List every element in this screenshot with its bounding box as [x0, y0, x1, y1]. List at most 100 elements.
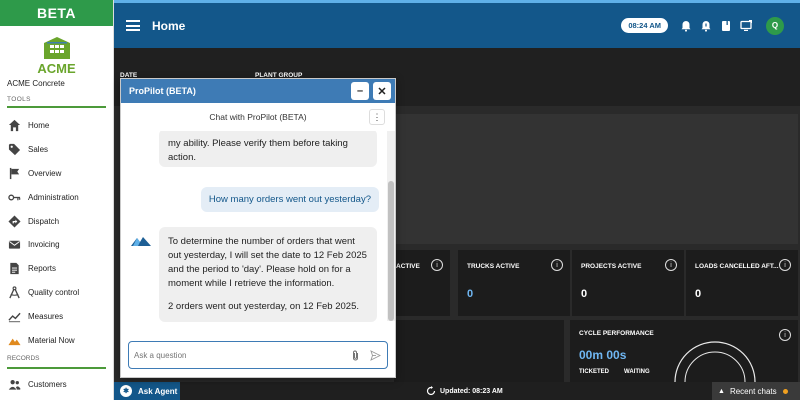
building-logo-icon	[43, 37, 70, 59]
sidebar-item-label: Customers	[28, 380, 67, 390]
tag-icon	[7, 143, 21, 157]
sidebar-item-label: Quality control	[28, 287, 80, 297]
lower-panel	[394, 320, 564, 382]
cycle-value: 00m 00s	[579, 348, 627, 362]
chat-titlebar[interactable]: ProPilot (BETA) – ✕	[121, 79, 395, 103]
monitor-icon[interactable]	[740, 19, 752, 32]
sidebar-item-label: Material Now	[28, 335, 75, 345]
kpi-card-loads-cancelled[interactable]: LOADS CANCELLED AFT... i 0	[686, 250, 798, 316]
scroll-thumb[interactable]	[388, 181, 394, 321]
sidebar-item-administration[interactable]: Administration	[0, 185, 113, 209]
user-message: How many orders went out yesterday?	[200, 187, 379, 212]
sidebar-item-quality-control[interactable]: Quality control	[0, 281, 113, 305]
sidebar-item-label: Dispatch	[28, 216, 60, 226]
home-icon	[7, 119, 21, 133]
sidebar-item-label: Sales	[28, 145, 49, 155]
info-icon[interactable]: i	[779, 259, 791, 271]
close-icon: ✕	[377, 85, 387, 98]
info-icon[interactable]: i	[551, 259, 563, 271]
cycle-gauge	[674, 341, 756, 382]
tools-divider	[7, 106, 106, 108]
info-icon[interactable]: i	[431, 259, 443, 271]
sidebar-item-overview[interactable]: Overview	[0, 162, 113, 186]
chart-line-icon	[7, 309, 21, 323]
compass-icon	[7, 285, 21, 299]
kpi-title: ACTIVE	[396, 263, 420, 270]
time-badge[interactable]: 08:24 AM	[621, 18, 668, 33]
mountain-icon	[7, 333, 21, 347]
bot-message-text: my ability. Please verify them before ta…	[168, 138, 348, 163]
sidebar-item-home[interactable]: Home	[0, 114, 113, 138]
logo-text: ACME	[37, 61, 76, 76]
chat-window: ProPilot (BETA) – ✕ Chat with ProPilot (…	[120, 78, 396, 378]
notification-dot	[782, 388, 788, 394]
top-header: Home 08:24 AM Q	[114, 0, 800, 48]
bell-icon[interactable]	[680, 20, 692, 32]
sidebar-item-invoicing[interactable]: Invoicing	[0, 233, 113, 257]
sidebar-item-customers[interactable]: Customers	[0, 373, 113, 397]
minimize-icon: –	[356, 85, 364, 97]
recent-chats-button[interactable]: ▲ Recent chats	[712, 382, 800, 400]
hamburger-menu-icon[interactable]	[126, 18, 140, 34]
beta-banner: BETA	[0, 0, 113, 26]
sidebar-item-sales[interactable]: Sales	[0, 138, 113, 162]
company-name: ACME Concrete	[7, 79, 65, 88]
minimize-button[interactable]: –	[351, 82, 369, 100]
sync-icon	[426, 386, 436, 396]
more-vertical-icon[interactable]: ⋮	[369, 109, 385, 125]
info-icon[interactable]: i	[665, 259, 677, 271]
chat-messages[interactable]: my ability. Please verify them before ta…	[121, 131, 387, 367]
sidebar-item-dispatch[interactable]: Dispatch	[0, 209, 113, 233]
agent-icon: ✱	[120, 385, 132, 397]
chat-title: ProPilot (BETA)	[129, 86, 196, 96]
recent-chats-label: Recent chats	[729, 386, 777, 396]
send-icon[interactable]	[367, 347, 383, 363]
avatar[interactable]: Q	[766, 16, 784, 35]
updated-status: Updated: 08:23 AM	[426, 386, 503, 396]
people-icon	[7, 378, 21, 392]
overview-panel	[394, 114, 798, 244]
records-divider	[7, 366, 106, 369]
sidebar-item-material-now[interactable]: Material Now	[0, 328, 113, 352]
chat-subtitle: Chat with ProPilot (BETA)	[209, 112, 307, 122]
kpi-card-projects-active[interactable]: PROJECTS ACTIVE i 0	[572, 250, 684, 316]
sidebar-item-label: Reports	[28, 264, 57, 274]
chat-scrollbar[interactable]	[387, 131, 395, 321]
book-icon[interactable]	[720, 20, 732, 32]
cycle-performance-card[interactable]: CYCLE PERFORMANCE i 00m 00s TICKETED WAI…	[570, 320, 798, 382]
sidebar-item-label: Invoicing	[28, 240, 60, 250]
sidebar-item-label: Overview	[28, 168, 62, 178]
acme-logo[interactable]: ACME	[0, 26, 113, 76]
document-icon	[7, 262, 21, 276]
sidebar-item-reports[interactable]: Reports	[0, 257, 113, 281]
ask-agent-button[interactable]: ✱ Ask Agent	[114, 382, 180, 400]
close-button[interactable]: ✕	[373, 82, 391, 100]
propilot-logo-icon	[131, 237, 151, 246]
bot-message: my ability. Please verify them before ta…	[159, 131, 377, 167]
ask-question-input[interactable]	[134, 350, 347, 360]
sidebar-item-label: Home	[28, 121, 50, 131]
alert-bell-icon[interactable]	[700, 20, 712, 32]
chat-subheader: Chat with ProPilot (BETA) ⋮	[121, 103, 395, 131]
sidebar-item-label: Administration	[28, 192, 79, 202]
bot-message-answer: 2 orders went out yesterday, on 12 Feb 2…	[168, 301, 359, 312]
bot-message: To determine the number of orders that w…	[159, 227, 377, 322]
updated-text: Updated: 08:23 AM	[440, 387, 503, 395]
sidebar-item-label: Measures	[28, 311, 64, 321]
tools-section-label: TOOLS	[7, 96, 31, 103]
info-icon[interactable]: i	[779, 329, 791, 341]
paperclip-icon[interactable]	[347, 347, 363, 363]
sidebar-item-measures[interactable]: Measures	[0, 304, 113, 328]
chat-input-box[interactable]	[128, 341, 388, 369]
kpi-value: 0	[467, 288, 474, 300]
page-title: Home	[152, 18, 186, 33]
waiting-label: WAITING	[624, 369, 650, 375]
kpi-card-trucks-active[interactable]: TRUCKS ACTIVE i 0	[458, 250, 570, 316]
ask-agent-label: Ask Agent	[138, 386, 178, 396]
chevron-up-icon: ▲	[718, 387, 725, 395]
kpi-value: 0	[581, 288, 588, 300]
records-section-label: RECORDS	[7, 354, 40, 362]
ticketed-label: TICKETED	[579, 369, 609, 375]
cycle-title: CYCLE PERFORMANCE	[579, 330, 654, 337]
sidebar: BETA ACME ACME Concrete TOOLS Home Sales…	[0, 0, 114, 400]
